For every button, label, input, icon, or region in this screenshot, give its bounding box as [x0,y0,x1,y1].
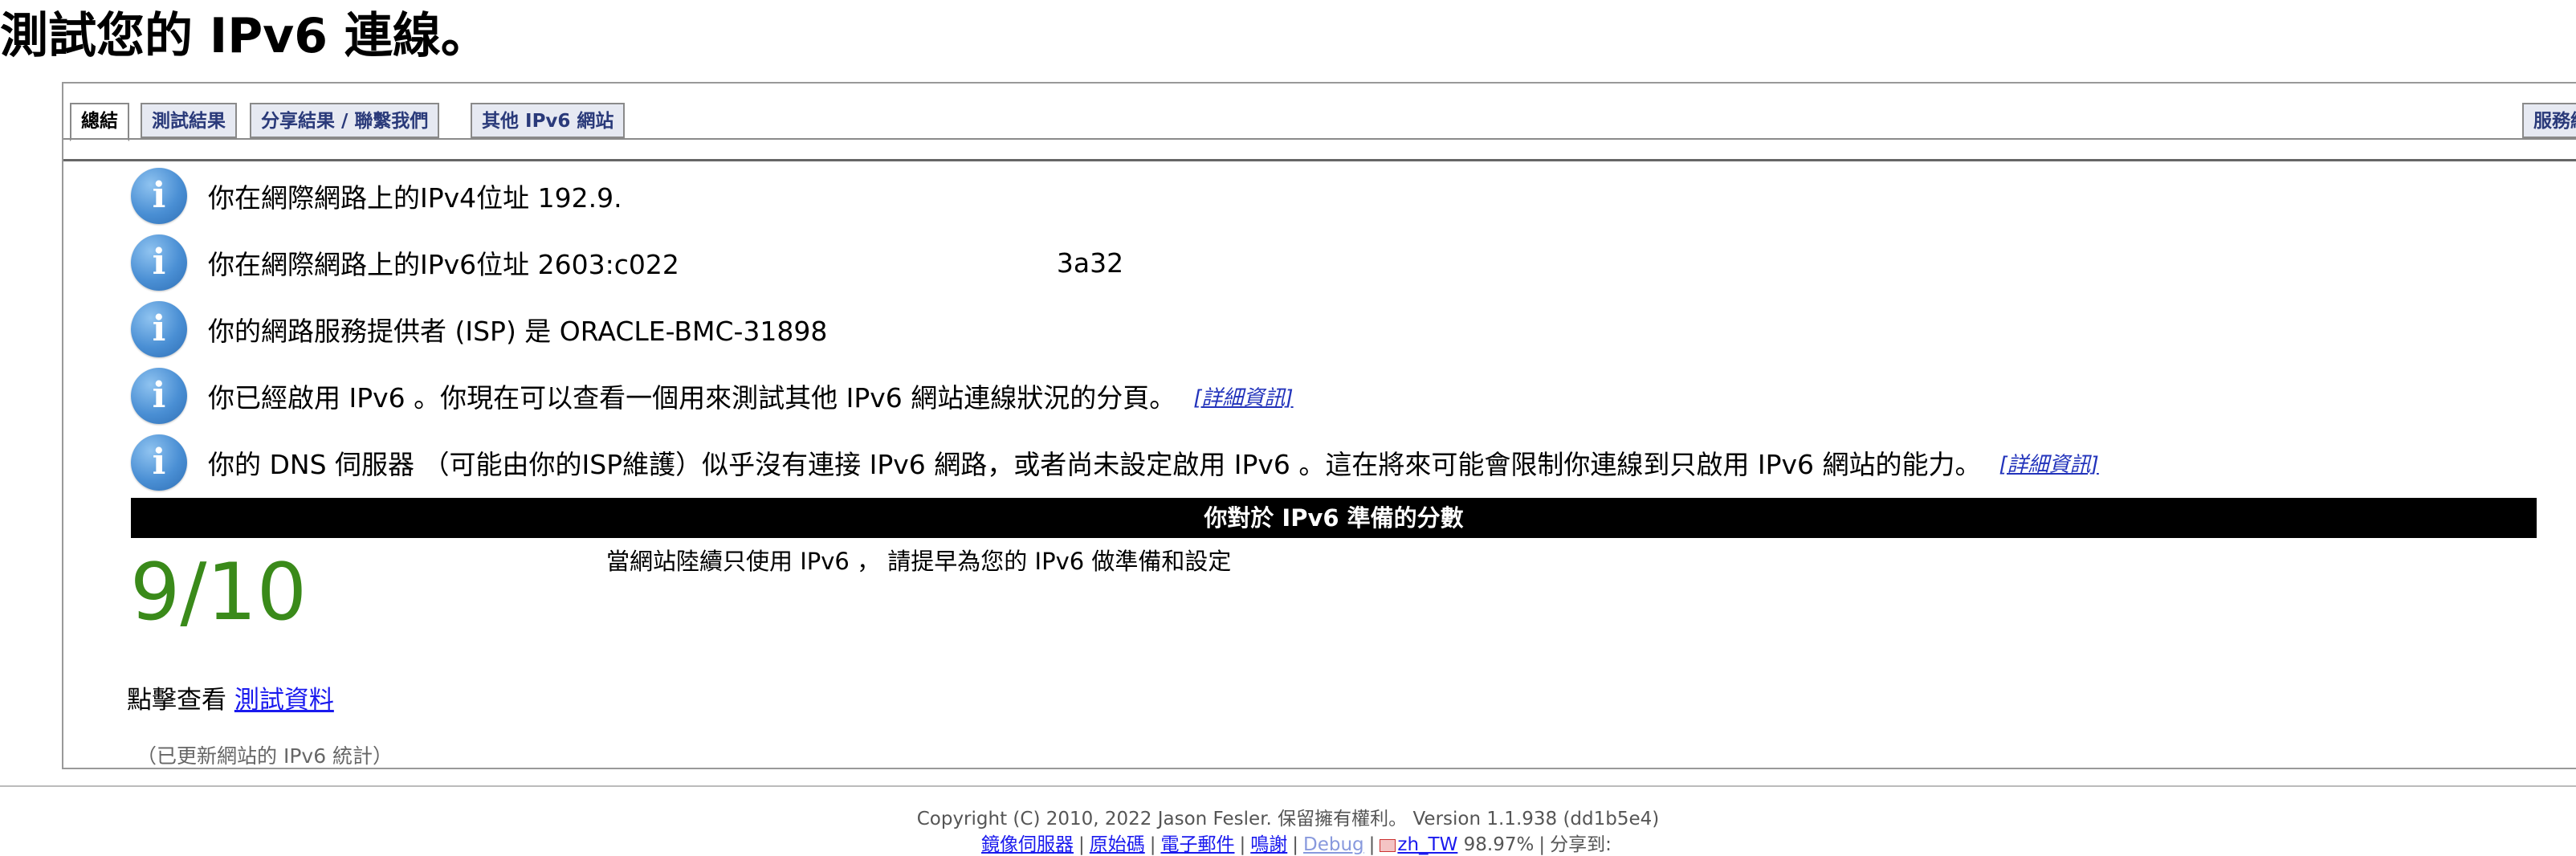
ipv6-address-suffix: 3a32 [1056,247,1124,279]
info-row-ipv6: i 你在網際網路上的IPv6位址 2603:c022 3a32 [131,233,1123,292]
test-data-prefix: 點擊查看 [127,686,226,715]
info-row-isp: i 你的網路服務提供者 (ISP) 是 ORACLE-BMC-31898 [131,300,827,359]
copyright-text: Copyright (C) 2010, 2022 Jason Fesler. 保… [916,809,1660,830]
debug-link[interactable]: Debug [1303,834,1364,855]
locale-percent: 98.97% [1463,834,1535,855]
tab-test-results[interactable]: 測試結果 [141,103,237,138]
stats-note: （已更新網站的 IPv6 統計） [137,744,393,768]
locale-link[interactable]: zh_TW [1397,834,1457,855]
source-link[interactable]: 原始碼 [1090,834,1145,855]
score-description: 當網站陸續只使用 IPv6 ， 請提早為您的 IPv6 做準備和設定 [606,548,1232,575]
footer-divider [0,785,2576,787]
email-link[interactable]: 電子郵件 [1161,834,1235,855]
page-title: 測試您的 IPv6 連線。 [0,8,489,64]
flag-icon [1380,838,1396,852]
score-header: 你對於 IPv6 準備的分數 [131,498,2537,538]
info-icon: i [131,301,187,357]
ipv6-enabled-text: 你已經啟用 IPv6 。你現在可以查看一個用來測試其他 IPv6 網站連線狀況的… [208,382,1176,414]
test-data-link[interactable]: 測試資料 [234,686,334,715]
tab-other-ipv6-sites[interactable]: 其他 IPv6 網站 [471,103,626,138]
info-icon: i [131,434,187,491]
info-row-ipv6-enabled: i 你已經啟用 IPv6 。你現在可以查看一個用來測試其他 IPv6 網站連線狀… [131,366,1294,426]
content-divider [63,159,2576,161]
thanks-link[interactable]: 鳴謝 [1250,834,1287,855]
tab-bar: 總結 測試結果 分享結果 / 聯繫我們 其他 IPv6 網站 服務網 [63,84,2576,161]
dns-detail-link[interactable]: [詳細資訊] [1999,448,2099,478]
dns-text: 你的 DNS 伺服器 （可能由你的ISP維護）似乎沒有連接 IPv6 網路，或者… [208,449,1982,480]
ipv6-address-text: 你在網際網路上的IPv6位址 2603:c022 [208,249,679,280]
info-icon: i [131,368,187,424]
info-icon: i [131,168,187,224]
share-label: 分享到: [1550,834,1612,855]
tab-share-contact[interactable]: 分享結果 / 聯繫我們 [250,103,440,138]
info-row-ipv4: i 你在網際網路上的IPv4位址 192.9. [131,166,622,226]
tab-divider [63,138,2576,140]
score-value: 9/10 [130,547,308,638]
tab-service[interactable]: 服務網 [2522,103,2576,138]
info-icon: i [131,234,187,291]
info-row-dns: i 你的 DNS 伺服器 （可能由你的ISP維護）似乎沒有連接 IPv6 網路，… [131,433,2099,492]
footer-links: 鏡像伺服器 | 原始碼 | 電子郵件 | 鳴謝 | Debug | zh_TW 98.97% | 分享到… [981,834,1612,855]
test-data-row: 點擊查看 測試資料 [127,679,334,715]
mirrors-link[interactable]: 鏡像伺服器 [981,834,1074,855]
ipv6-enabled-detail-link[interactable]: [詳細資訊] [1193,381,1293,411]
tab-summary[interactable]: 總結 [70,103,129,141]
ipv4-address-text: 你在網際網路上的IPv4位址 192.9. [208,182,622,214]
isp-text: 你的網路服務提供者 (ISP) 是 ORACLE-BMC-31898 [208,316,828,347]
